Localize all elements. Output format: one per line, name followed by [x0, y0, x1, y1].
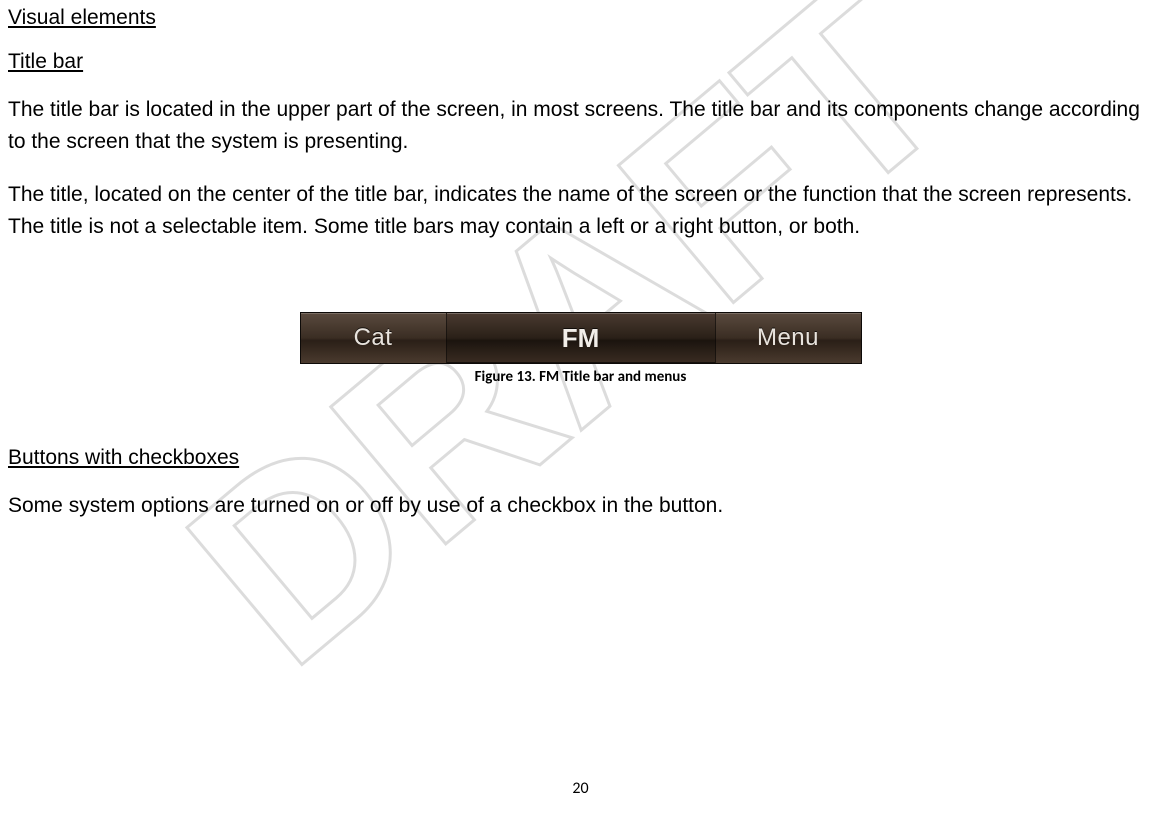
titlebar-right-button[interactable]: Menu: [715, 313, 861, 363]
page-number: 20: [0, 779, 1161, 798]
titlebar-left-button[interactable]: Cat: [301, 313, 447, 363]
heading-visual-elements: Visual elements: [8, 6, 1153, 30]
titlebar-title: FM: [447, 313, 715, 363]
heading-buttons-checkboxes: Buttons with checkboxes: [8, 446, 1153, 470]
paragraph-titlebar-2: The title, located on the center of the …: [8, 179, 1153, 242]
figure-caption: Figure 13. FM Title bar and menus: [8, 368, 1153, 386]
paragraph-titlebar-1: The title bar is located in the upper pa…: [8, 94, 1153, 157]
paragraph-checkboxes-1: Some system options are turned on or off…: [8, 490, 1153, 522]
titlebar-figure: Cat FM Menu: [300, 312, 862, 364]
heading-title-bar: Title bar: [8, 50, 1153, 74]
